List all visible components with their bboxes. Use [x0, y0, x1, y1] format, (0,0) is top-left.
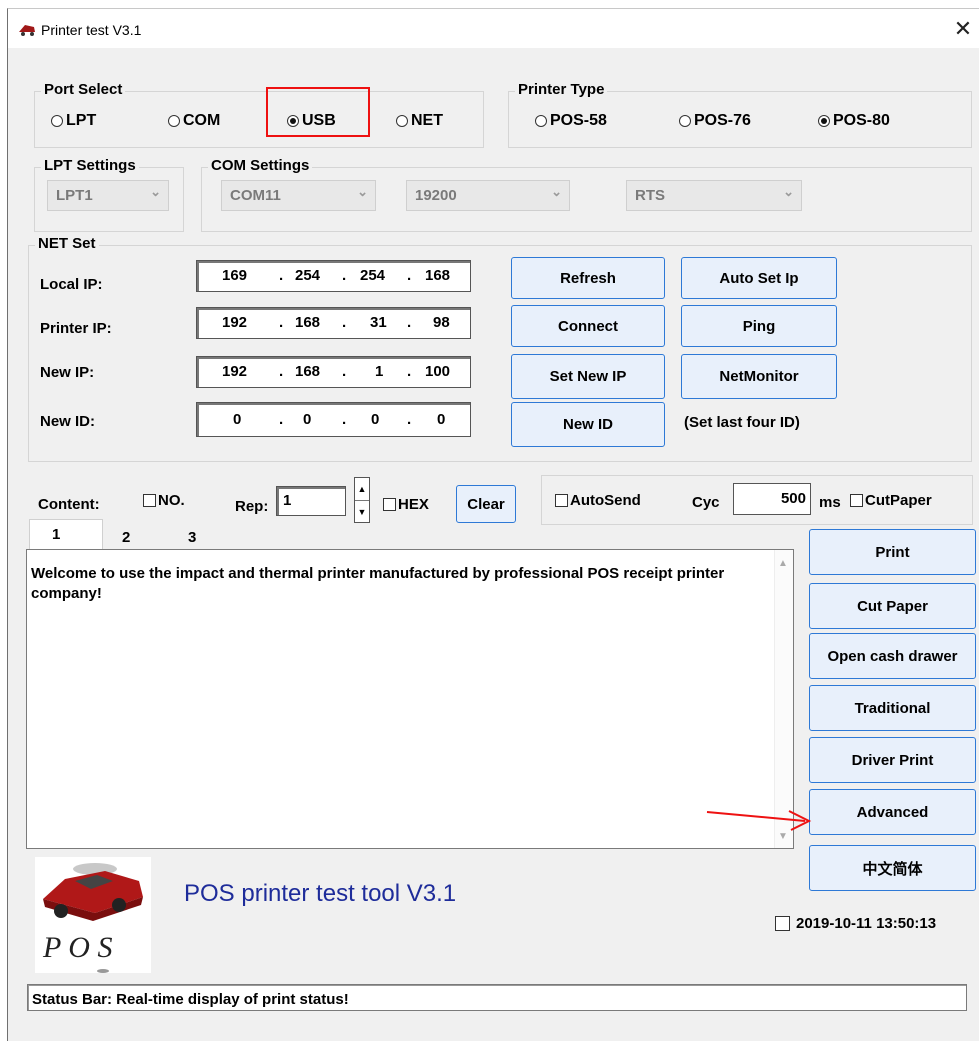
net-set-label: NET Set — [35, 235, 99, 252]
checkbox-box — [775, 916, 790, 931]
radio-circle — [168, 115, 180, 127]
cyc-input[interactable]: 500 — [733, 483, 811, 515]
spin-down-icon[interactable]: ▼ — [355, 501, 369, 523]
scroll-up-icon[interactable]: ▲ — [778, 558, 788, 569]
set-id-hint: (Set last four ID) — [684, 414, 800, 431]
driver-print-button[interactable]: Driver Print — [809, 737, 976, 783]
tab-3[interactable]: 3 — [168, 523, 232, 550]
radio-port-com[interactable]: COM — [168, 112, 220, 130]
radio-type-pos76[interactable]: POS-76 — [679, 112, 751, 130]
close-icon[interactable]: ✕ — [948, 15, 978, 43]
radio-type-pos58[interactable]: POS-58 — [535, 112, 607, 130]
chinese-simplified-button[interactable]: 中文简体 — [809, 845, 976, 891]
app-brand-title: POS printer test tool V3.1 — [184, 880, 457, 907]
traditional-button[interactable]: Traditional — [809, 685, 976, 731]
datetime-toggle[interactable]: 2019-10-11 13:50:13 — [775, 915, 936, 932]
checkbox-box — [383, 498, 396, 511]
spin-up-icon[interactable]: ▲ — [355, 478, 369, 501]
radio-circle — [535, 115, 547, 127]
usb-highlight-box — [266, 87, 370, 137]
chevron-down-icon: ⌄ — [357, 184, 368, 199]
cutpaper-checkbox[interactable]: CutPaper — [850, 492, 932, 509]
radio-circle — [679, 115, 691, 127]
textarea-scrollbar[interactable]: ▲ ▼ — [774, 550, 793, 848]
com-settings-label: COM Settings — [208, 157, 313, 174]
ping-button[interactable]: Ping — [681, 305, 837, 347]
printer-ip-label: Printer IP: — [40, 320, 112, 337]
content-label: Content: — [38, 496, 100, 513]
auto-set-ip-button[interactable]: Auto Set Ip — [681, 257, 837, 299]
advanced-button[interactable]: Advanced — [809, 789, 976, 835]
rep-input[interactable]: 1 — [276, 486, 346, 516]
chevron-down-icon: ⌄ — [783, 184, 794, 199]
checkbox-box — [555, 494, 568, 507]
radio-port-lpt[interactable]: LPT — [51, 112, 96, 130]
set-new-ip-button[interactable]: Set New IP — [511, 354, 665, 399]
connect-button[interactable]: Connect — [511, 305, 665, 347]
main-window: Printer test V3.1 ✕ Port Select LPT COM … — [7, 8, 979, 1041]
baud-rate-select[interactable]: 19200 ⌄ — [406, 180, 570, 211]
tab-2[interactable]: 2 — [102, 523, 166, 550]
local-ip-label: Local IP: — [40, 276, 103, 293]
status-bar: Status Bar: Real-time display of print s… — [27, 984, 967, 1011]
print-button[interactable]: Print — [809, 529, 976, 575]
lpt-port-select[interactable]: LPT1 ⌄ — [47, 180, 169, 211]
lpt-settings-label: LPT Settings — [41, 157, 139, 174]
checkbox-box — [850, 494, 863, 507]
cyc-label: Cyc — [692, 494, 720, 511]
car-logo-icon: P O S — [42, 863, 143, 973]
new-id-field[interactable]: 0 . 0 . 0 . 0 — [196, 402, 471, 437]
com-port-select[interactable]: COM11 ⌄ — [221, 180, 376, 211]
local-ip-field[interactable]: 169 . 254 . 254 . 168 — [196, 260, 471, 292]
autosend-checkbox[interactable]: AutoSend — [555, 492, 641, 509]
printer-ip-field[interactable]: 192 . 168 . 31 . 98 — [196, 307, 471, 339]
radio-type-pos80[interactable]: POS-80 — [818, 112, 890, 130]
title-bar: Printer test V3.1 ✕ — [8, 9, 979, 48]
radio-circle — [818, 115, 830, 127]
pos-logo: P O S — [35, 857, 151, 973]
flow-control-select[interactable]: RTS ⌄ — [626, 180, 802, 211]
port-select-label: Port Select — [41, 81, 126, 98]
tab-1[interactable]: 1 — [29, 519, 103, 549]
red-arrow-annotation — [706, 810, 812, 831]
chevron-down-icon: ⌄ — [150, 184, 161, 199]
cut-paper-button[interactable]: Cut Paper — [809, 583, 976, 629]
checkbox-box — [143, 494, 156, 507]
radio-port-net[interactable]: NET — [396, 112, 443, 130]
rep-spinner[interactable]: ▲ ▼ — [354, 477, 370, 523]
hex-checkbox[interactable]: HEX — [383, 496, 429, 513]
clear-button[interactable]: Clear — [456, 485, 516, 523]
radio-circle — [51, 115, 63, 127]
open-cash-drawer-button[interactable]: Open cash drawer — [809, 633, 976, 679]
new-id-button[interactable]: New ID — [511, 402, 665, 447]
rep-label: Rep: — [235, 498, 269, 515]
printer-app-icon — [19, 25, 35, 36]
logo-text: P O S — [42, 931, 112, 964]
datetime-text: 2019-10-11 13:50:13 — [796, 915, 937, 932]
printer-type-label: Printer Type — [515, 81, 608, 98]
new-id-label: New ID: — [40, 413, 96, 430]
refresh-button[interactable]: Refresh — [511, 257, 665, 299]
window-title: Printer test V3.1 — [41, 22, 142, 38]
new-ip-field[interactable]: 192 . 168 . 1 . 100 — [196, 356, 471, 388]
print-content-textarea[interactable]: Welcome to use the impact and thermal pr… — [26, 549, 794, 849]
no-checkbox[interactable]: NO. — [143, 492, 185, 509]
net-monitor-button[interactable]: NetMonitor — [681, 354, 837, 399]
new-ip-label: New IP: — [40, 364, 95, 381]
chevron-down-icon: ⌄ — [551, 184, 562, 199]
ms-label: ms — [819, 494, 841, 511]
radio-circle — [396, 115, 408, 127]
